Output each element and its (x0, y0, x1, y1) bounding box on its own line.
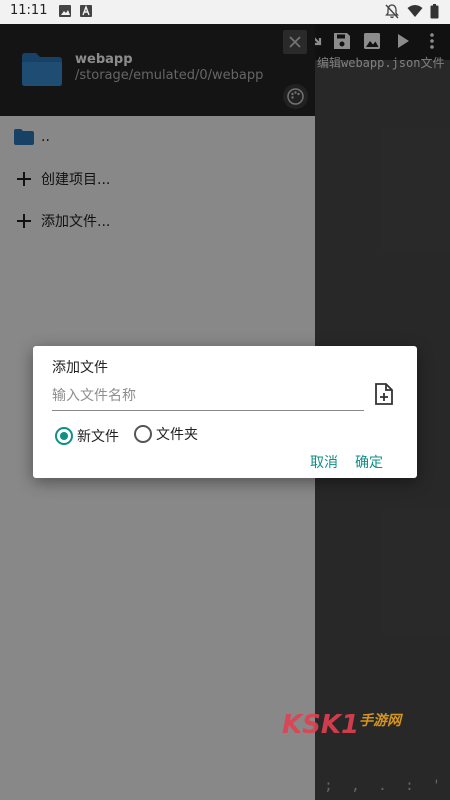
image-icon (58, 4, 72, 22)
status-bar: 11:11 (0, 0, 450, 24)
radio-new-file-label: 新文件 (77, 429, 119, 445)
cancel-button[interactable]: 取消 (310, 452, 338, 472)
radio-checked-icon (55, 427, 73, 445)
watermark-brand: KSK1 (282, 710, 360, 740)
watermark-logo: KSK1手游网 (282, 710, 401, 740)
dialog-title: 添加文件 (52, 360, 108, 376)
battery-icon (430, 4, 439, 23)
radio-unchecked-icon (134, 425, 152, 443)
add-file-dialog: 添加文件 新文件 文件夹 取消 确定 (33, 346, 417, 478)
radio-folder-label: 文件夹 (156, 427, 198, 443)
notifications-off-icon (385, 4, 399, 23)
watermark-text: 手游网 (359, 713, 402, 729)
new-file-icon[interactable] (374, 383, 394, 409)
confirm-button[interactable]: 确定 (355, 452, 383, 472)
radio-new-file[interactable]: 新文件 (55, 426, 119, 446)
wifi-icon (407, 4, 423, 22)
filename-input[interactable] (52, 382, 364, 411)
radio-folder[interactable]: 文件夹 (134, 424, 198, 444)
status-time: 11:11 (10, 3, 48, 18)
text-a-icon (79, 4, 93, 22)
